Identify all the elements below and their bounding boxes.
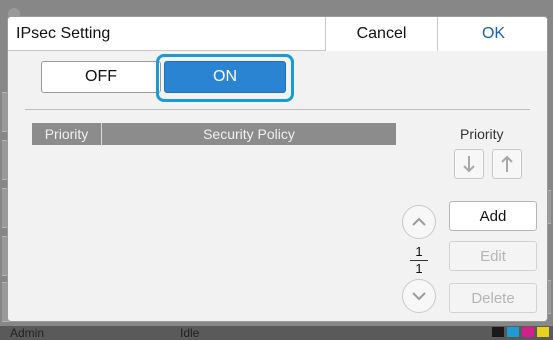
status-state: Idle (180, 326, 200, 340)
delete-button[interactable]: Delete (449, 283, 537, 313)
ink-black (492, 327, 504, 337)
status-user: Admin (10, 326, 45, 340)
priority-down-button[interactable] (454, 149, 484, 179)
arrow-down-icon (463, 156, 475, 173)
chevron-down-icon (412, 292, 426, 301)
scroll-down-button[interactable] (402, 279, 436, 313)
ink-levels (492, 327, 549, 337)
chevron-up-icon (412, 217, 426, 226)
column-priority: Priority (32, 123, 102, 145)
ink-magenta (522, 327, 534, 337)
dialog-titlebar: IPsec Setting Cancel OK (8, 17, 547, 51)
cancel-button[interactable]: Cancel (325, 17, 437, 51)
ipsec-toggle: OFF ON (41, 54, 294, 102)
ink-yellow (537, 327, 549, 337)
status-bar: Admin Idle (0, 326, 553, 340)
add-button[interactable]: Add (449, 201, 537, 231)
scroll-up-button[interactable] (402, 205, 436, 239)
policy-table-header: Priority Security Policy (32, 123, 396, 145)
priority-up-button[interactable] (492, 149, 522, 179)
off-button[interactable]: OFF (41, 61, 161, 93)
ink-cyan (507, 327, 519, 337)
column-security-policy: Security Policy (203, 126, 295, 142)
arrow-up-icon (501, 155, 513, 172)
priority-label: Priority (460, 126, 504, 142)
ok-button[interactable]: OK (437, 17, 547, 51)
edit-button[interactable]: Edit (449, 241, 537, 271)
dialog-title: IPsec Setting (16, 25, 111, 42)
ipsec-setting-dialog: IPsec Setting Cancel OK OFF ON Priority … (7, 16, 548, 322)
on-button[interactable]: ON (164, 61, 286, 93)
page-current: 1 (415, 244, 423, 259)
divider (25, 109, 530, 110)
page-total: 1 (415, 261, 423, 276)
